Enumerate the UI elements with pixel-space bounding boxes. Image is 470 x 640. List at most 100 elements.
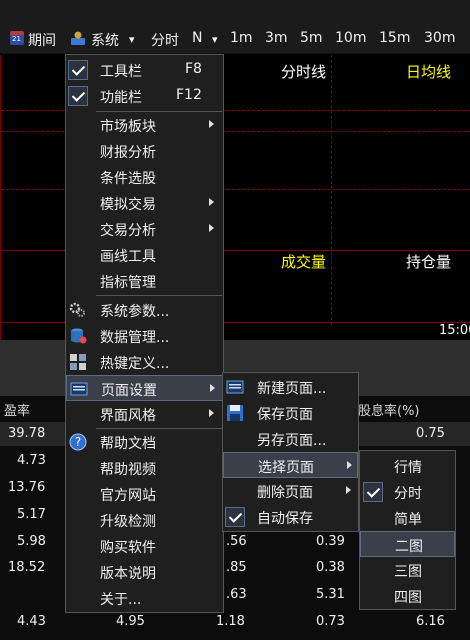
menu-item-label: 画线工具 (100, 249, 156, 265)
menu-item-label: 自动保存 (257, 511, 313, 527)
database-icon (71, 328, 87, 344)
menu-item-label: 财报分析 (100, 145, 156, 161)
menu-item-toolbar[interactable]: 工具栏 F8 (66, 57, 223, 83)
menu-item-label: 交易分析 (100, 223, 156, 239)
menu-item-trade-analysis[interactable]: 交易分析 (66, 216, 223, 242)
menu-item-quotes[interactable]: 行情 (360, 453, 455, 479)
menu-item-label: 新建页面... (257, 381, 327, 397)
menu-item-label: 市场板块 (100, 119, 156, 135)
menu-item-label: 购买软件 (100, 540, 156, 556)
menu-item-three-charts[interactable]: 三图 (360, 557, 455, 583)
menu-item-function-bar[interactable]: 功能栏 F12 (66, 83, 223, 109)
dividend-yield-header[interactable]: 股息率(%) (358, 400, 420, 419)
n-caret-icon[interactable]: ▾ (212, 33, 218, 46)
table-cell: 5.98 (17, 534, 46, 549)
system-menu-button[interactable]: 系统 (91, 30, 119, 50)
menu-item-official-site[interactable]: 官方网站 (66, 481, 223, 507)
system-caret-icon[interactable]: ▾ (129, 33, 135, 46)
menu-item-label: 四图 (394, 590, 422, 606)
menu-item-label: 指标管理 (100, 275, 156, 291)
menu-item-version-notes[interactable]: 版本说明 (66, 559, 223, 585)
calendar-icon[interactable]: 21 (10, 31, 24, 45)
menu-item-label: 选择页面 (258, 460, 314, 476)
fenshi-line-label: 分时线 (281, 63, 327, 81)
top-toolbar: 21 期间 系统 ▾ 分时 N ▾ 1m 3m 5m 10m 15m 30m (0, 0, 470, 54)
menu-item-page-settings[interactable]: 页面设置 (66, 375, 223, 401)
menu-item-new-page[interactable]: 新建页面... (223, 374, 358, 400)
submenu-arrow-icon (209, 224, 214, 232)
submenu-arrow-icon (346, 486, 351, 494)
table-cell: 18.52 (8, 560, 46, 575)
menu-item-label: 帮助视频 (100, 462, 156, 478)
checkmark-icon (363, 482, 383, 502)
table-cell: 0.73 (316, 614, 345, 629)
submenu-arrow-icon (209, 198, 214, 206)
menu-item-label: 保存页面 (257, 407, 313, 423)
pe-ratio-header[interactable]: 盈率 (4, 400, 30, 419)
menu-item-interface-style[interactable]: 界面风格 (66, 401, 223, 427)
menu-item-drawing-tools[interactable]: 画线工具 (66, 242, 223, 268)
menu-item-simulated-trading[interactable]: 模拟交易 (66, 190, 223, 216)
grid-vline (331, 55, 332, 325)
submenu-arrow-icon (210, 384, 215, 392)
interval-15m[interactable]: 15m (379, 30, 410, 46)
new-page-icon (226, 380, 244, 394)
menu-item-label: 帮助文档 (100, 436, 156, 452)
fenshi-button[interactable]: 分时 (151, 30, 179, 50)
calendar-icon-text: 21 (12, 35, 21, 43)
menu-item-condition-stock-picking[interactable]: 条件选股 (66, 164, 223, 190)
menu-item-indicator-management[interactable]: 指标管理 (66, 268, 223, 294)
system-icon[interactable] (70, 30, 86, 46)
interval-10m[interactable]: 10m (335, 30, 366, 46)
menu-item-label: 关于... (100, 592, 142, 608)
menu-item-label: 模拟交易 (100, 197, 156, 213)
menu-item-market-sectors[interactable]: 市场板块 (66, 112, 223, 138)
menu-item-label: 升级检测 (100, 514, 156, 530)
table-cell: 39.78 (8, 426, 46, 441)
menu-item-upgrade-check[interactable]: 升级检测 (66, 507, 223, 533)
menu-item-simple[interactable]: 简单 (360, 505, 455, 531)
menu-item-label: 分时 (394, 486, 422, 502)
menu-item-shortcut: F8 (185, 61, 202, 77)
save-icon (227, 405, 243, 421)
menu-item-two-charts[interactable]: 二图 (360, 531, 455, 557)
help-icon: ? (69, 433, 87, 451)
table-cell: 0.75 (416, 426, 445, 441)
menu-item-four-charts[interactable]: 四图 (360, 583, 455, 609)
menu-item-delete-page[interactable]: 删除页面 (223, 478, 358, 504)
table-cell: .63 (226, 587, 247, 602)
menu-item-label: 工具栏 (100, 64, 142, 80)
interval-30m[interactable]: 30m (424, 30, 455, 46)
checkmark-icon (68, 60, 88, 80)
menu-item-fenshi[interactable]: 分时 (360, 479, 455, 505)
menu-item-buy-software[interactable]: 购买软件 (66, 533, 223, 559)
menu-item-shortcut: F12 (176, 87, 202, 103)
menu-item-help-docs[interactable]: ? 帮助文档 (66, 429, 223, 455)
menu-item-help-video[interactable]: 帮助视频 (66, 455, 223, 481)
menu-item-label: 行情 (394, 460, 422, 476)
interval-1m[interactable]: 1m (230, 30, 253, 46)
menu-item-financial-analysis[interactable]: 财报分析 (66, 138, 223, 164)
interval-3m[interactable]: 3m (265, 30, 288, 46)
menu-item-label: 简单 (394, 512, 422, 528)
menu-item-select-page[interactable]: 选择页面 (223, 452, 358, 478)
menu-item-about[interactable]: 关于... (66, 585, 223, 611)
interval-5m[interactable]: 5m (300, 30, 323, 46)
checkmark-icon (68, 86, 88, 106)
menu-item-label: 界面风格 (100, 408, 156, 424)
menu-item-system-params[interactable]: 系统参数... (66, 297, 223, 323)
menu-item-save-page[interactable]: 保存页面 (223, 400, 358, 426)
menu-item-hotkey-definition[interactable]: 热键定义... (66, 349, 223, 375)
table-cell: 1.18 (216, 614, 245, 629)
period-button[interactable]: 期间 (28, 30, 56, 50)
n-button[interactable]: N (192, 30, 202, 46)
table-cell: 0.39 (316, 534, 345, 549)
menu-item-label: 页面设置 (101, 383, 157, 399)
menu-item-auto-save[interactable]: 自动保存 (223, 504, 358, 530)
keyboard-icon (70, 354, 86, 370)
open-interest-label: 持仓量 (406, 253, 452, 271)
menu-item-label: 热键定义... (100, 356, 170, 372)
menu-item-save-as-page[interactable]: 另存页面... (223, 426, 358, 452)
menu-item-data-management[interactable]: 数据管理... (66, 323, 223, 349)
table-cell: 6.16 (416, 614, 445, 629)
